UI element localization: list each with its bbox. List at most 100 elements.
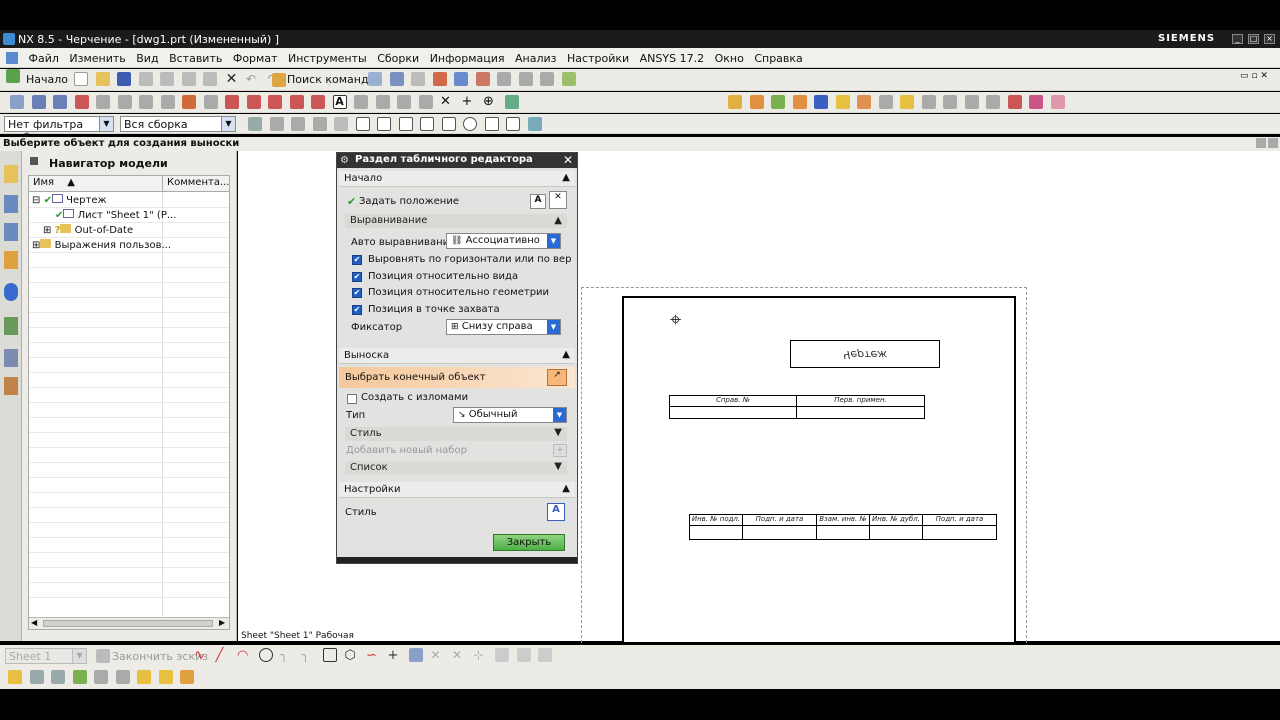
id-symbol-icon[interactable]	[771, 95, 785, 109]
select-all-icon[interactable]	[334, 117, 348, 131]
subsection-align[interactable]: Выравнивание ▲	[345, 214, 567, 228]
parts-list-icon[interactable]	[900, 95, 914, 109]
weld-icon[interactable]	[728, 95, 742, 109]
offset-icon[interactable]	[409, 648, 423, 662]
sheet-select[interactable]: Sheet 1 ▼	[5, 648, 87, 664]
insert-row-icon[interactable]	[943, 95, 957, 109]
subsection-style[interactable]: Стиль ▼	[345, 427, 567, 441]
collapse-icon[interactable]: ⊟	[32, 195, 40, 206]
chevron-up-icon[interactable]: ▲	[554, 215, 562, 226]
col-name-header[interactable]: Имя ▲	[29, 176, 162, 192]
split-icon[interactable]	[986, 95, 1000, 109]
chevron-down-icon[interactable]: ▼	[554, 461, 562, 472]
convert-ref-icon[interactable]	[137, 670, 151, 684]
copy-icon[interactable]	[160, 72, 174, 86]
clock-icon[interactable]	[4, 349, 18, 367]
projected-view-icon[interactable]	[53, 95, 67, 109]
top-table[interactable]: Справ. № Перв. примен.	[669, 395, 925, 419]
pin-icon[interactable]	[30, 157, 38, 165]
erase-icon[interactable]	[203, 72, 217, 86]
flag-icon[interactable]	[1029, 95, 1043, 109]
cross-icon[interactable]: ✕	[440, 95, 454, 109]
chevron-up-icon[interactable]: ▲	[562, 483, 570, 494]
section-leader[interactable]: Выноска ▲	[339, 348, 575, 364]
select-icon[interactable]	[389, 72, 404, 86]
snap-end-icon[interactable]	[269, 117, 284, 131]
part-navigator-icon[interactable]	[4, 165, 18, 183]
edit-icon[interactable]	[561, 72, 576, 86]
arc-icon[interactable]: ◠	[237, 648, 251, 663]
point-icon[interactable]: +	[388, 648, 402, 663]
target-icon[interactable]: ⊕	[483, 95, 497, 109]
chamfer-sketch-icon[interactable]: ╮	[302, 648, 316, 663]
section-view-icon[interactable]	[96, 95, 110, 109]
inferred-icon[interactable]	[51, 670, 65, 684]
area-fill-icon[interactable]	[857, 95, 871, 109]
new-file-icon[interactable]	[74, 72, 88, 86]
crosshatch-icon[interactable]	[835, 95, 850, 109]
snap-midpoint-icon[interactable]	[377, 117, 391, 131]
profile-icon[interactable]: ∿	[194, 648, 208, 663]
app-menu-icon[interactable]	[6, 52, 18, 64]
tool-icon[interactable]	[1050, 95, 1065, 109]
col-comment-header[interactable]: Коммента...	[162, 176, 230, 192]
menu-edit[interactable]: Изменить	[69, 48, 125, 65]
menu-preferences[interactable]: Настройки	[567, 48, 629, 65]
table-note-icon[interactable]	[878, 95, 893, 109]
section-start[interactable]: Начало ▲	[339, 171, 575, 187]
snap-line-icon[interactable]	[398, 117, 413, 131]
balloon-icon[interactable]	[792, 95, 807, 109]
make-corner-icon[interactable]: ⊹	[474, 648, 488, 662]
menu-insert[interactable]: Вставить	[169, 48, 222, 65]
snap-intersect-icon[interactable]	[506, 117, 520, 131]
update-view-icon[interactable]	[182, 95, 196, 109]
symbol-icon[interactable]	[354, 95, 368, 109]
subsection-list[interactable]: Список ▼	[345, 461, 567, 475]
merge-icon[interactable]	[964, 95, 979, 109]
fit-icon[interactable]	[411, 72, 425, 86]
chevron-up-icon[interactable]: ▲	[562, 172, 570, 183]
tabular-icon[interactable]	[921, 95, 936, 109]
horizontal-scrollbar[interactable]: ◀ ▶	[29, 617, 229, 629]
line-icon[interactable]: ╱	[216, 648, 230, 663]
window3-icon[interactable]	[540, 72, 554, 86]
extend-icon[interactable]: ✕	[452, 648, 466, 662]
snap-mid-icon[interactable]	[291, 117, 305, 131]
dimension-icon[interactable]	[225, 95, 239, 109]
undo-icon[interactable]: ↶	[246, 72, 260, 86]
menu-assemblies[interactable]: Сборки	[377, 48, 419, 65]
layer-icon[interactable]	[368, 72, 382, 86]
snap-existing-icon[interactable]	[527, 117, 542, 131]
paste-icon[interactable]	[181, 72, 196, 86]
radius-icon[interactable]	[246, 95, 261, 109]
snap-endpoint-icon[interactable]	[355, 117, 370, 131]
web-browser-icon[interactable]	[4, 283, 18, 301]
minimize-button[interactable]: _	[1232, 34, 1243, 44]
menu-tools[interactable]: Инструменты	[288, 48, 367, 65]
title-box[interactable]: Чертеж	[790, 340, 940, 368]
rectangle-icon[interactable]	[323, 648, 337, 662]
angle-icon[interactable]	[268, 95, 282, 109]
anchor-select[interactable]: ⊞ Снизу справа ▼	[446, 319, 561, 335]
tree-item-sheet[interactable]: ✔ Лист "Sheet 1" (Р...	[55, 209, 176, 221]
orient-icon[interactable]	[454, 72, 468, 86]
render-icon[interactable]	[432, 72, 447, 86]
menu-help[interactable]: Справка	[754, 48, 802, 65]
note-icon[interactable]: A	[332, 95, 347, 109]
close-window-button[interactable]: ×	[1264, 34, 1275, 44]
snap-center-icon[interactable]	[463, 117, 477, 131]
chamfer-icon[interactable]	[289, 95, 304, 109]
window-icon[interactable]	[497, 72, 511, 86]
view-boundary-icon[interactable]	[160, 95, 175, 109]
auto-align-select[interactable]: ⛓ Ассоциативно ▼	[446, 233, 561, 249]
chevron-down-icon[interactable]: ▼	[554, 427, 562, 438]
window2-icon[interactable]	[518, 72, 533, 86]
delete-icon[interactable]: ✕	[225, 72, 239, 86]
add-set-icon[interactable]: +	[553, 444, 567, 457]
align-horiz-checkbox[interactable]: ✔	[352, 255, 362, 265]
scroll-left-icon[interactable]: ◀	[31, 618, 37, 627]
bottom-table[interactable]: Инв. № подл. Подп. и дата Взам. инв. № И…	[689, 514, 997, 540]
zoom-icon[interactable]	[375, 95, 390, 109]
doc-window-controls[interactable]: ▭ ▫ ✕	[1240, 71, 1268, 81]
chevron-up-icon[interactable]: ▲	[562, 349, 570, 360]
